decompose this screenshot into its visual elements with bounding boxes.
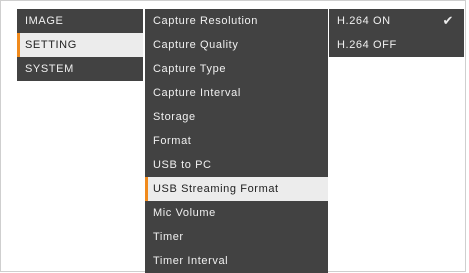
option-item-h264-off[interactable]: H.264 OFF	[329, 33, 464, 57]
menu-item-label: SYSTEM	[25, 63, 74, 75]
main-menu-item-system[interactable]: SYSTEM	[17, 57, 143, 81]
menu-item-label: USB Streaming Format	[153, 183, 279, 195]
menu-item-label: Timer Interval	[153, 255, 229, 267]
main-menu: IMAGE SETTING SYSTEM	[17, 9, 143, 81]
setting-menu: Capture Resolution Capture Quality Captu…	[145, 9, 328, 273]
menu-item-label: H.264 OFF	[337, 39, 397, 51]
menu-item-label: Storage	[153, 111, 196, 123]
setting-item-storage[interactable]: Storage	[145, 105, 328, 129]
setting-item-mic-volume[interactable]: Mic Volume	[145, 201, 328, 225]
menu-item-label: Capture Interval	[153, 87, 241, 99]
option-menu: H.264 ON ✔ H.264 OFF	[329, 9, 464, 57]
setting-item-capture-interval[interactable]: Capture Interval	[145, 81, 328, 105]
menu-item-label: Timer	[153, 231, 184, 243]
setting-item-timer-interval[interactable]: Timer Interval	[145, 249, 328, 273]
setting-item-format[interactable]: Format	[145, 129, 328, 153]
menu-item-label: H.264 ON	[337, 15, 391, 27]
menu-item-label: Format	[153, 135, 192, 147]
setting-item-capture-resolution[interactable]: Capture Resolution	[145, 9, 328, 33]
osd-menu: IMAGE SETTING SYSTEM Capture Resolution …	[0, 0, 466, 273]
option-item-h264-on[interactable]: H.264 ON ✔	[329, 9, 464, 33]
menu-item-label: Mic Volume	[153, 207, 216, 219]
menu-item-label: Capture Quality	[153, 39, 239, 51]
menu-item-label: Capture Resolution	[153, 15, 258, 27]
setting-item-usb-streaming-format[interactable]: USB Streaming Format	[145, 177, 328, 201]
menu-item-label: Capture Type	[153, 63, 227, 75]
main-menu-item-image[interactable]: IMAGE	[17, 9, 143, 33]
menu-item-label: SETTING	[25, 39, 77, 51]
setting-item-capture-type[interactable]: Capture Type	[145, 57, 328, 81]
checkmark-icon: ✔	[442, 13, 454, 28]
main-menu-item-setting[interactable]: SETTING	[17, 33, 143, 57]
setting-item-usb-to-pc[interactable]: USB to PC	[145, 153, 328, 177]
menu-item-label: USB to PC	[153, 159, 212, 171]
menu-item-label: IMAGE	[25, 15, 64, 27]
setting-item-capture-quality[interactable]: Capture Quality	[145, 33, 328, 57]
setting-item-timer[interactable]: Timer	[145, 225, 328, 249]
